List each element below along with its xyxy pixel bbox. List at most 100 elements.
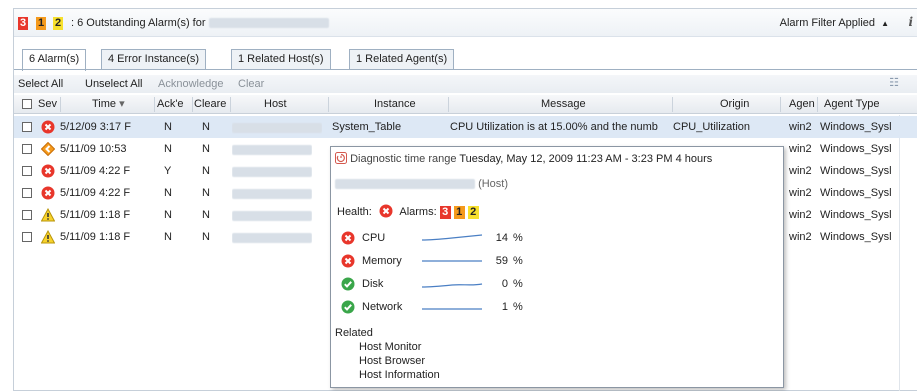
popup-major-count[interactable]: 1 xyxy=(453,206,465,219)
alarms-panel: 3 1 2 : 6 Outstanding Alarm(s) for Alarm… xyxy=(13,8,917,391)
col-acknowledged[interactable]: Ack'e xyxy=(157,98,191,111)
col-divider xyxy=(817,97,818,112)
unselect-all-button[interactable]: Unselect All xyxy=(85,78,142,91)
metric-sparkline xyxy=(422,308,482,310)
row-host xyxy=(232,232,312,245)
col-instance[interactable]: Instance xyxy=(374,98,416,111)
diagnostic-range-label: Diagnostic time range xyxy=(350,153,457,165)
warning-count-badge: 2 xyxy=(53,17,64,30)
tab-related-agents[interactable]: 1 Related Agent(s) xyxy=(349,49,455,70)
popup-warning-count[interactable]: 2 xyxy=(467,206,479,219)
col-host[interactable]: Host xyxy=(264,98,287,111)
col-divider xyxy=(780,97,781,112)
header-title: : 6 Outstanding Alarm(s) for xyxy=(71,17,329,30)
row-time: 5/11/09 10:53 xyxy=(60,143,127,155)
row-checkbox[interactable] xyxy=(22,122,32,132)
ok-status-icon xyxy=(341,300,355,318)
ok-status-icon xyxy=(341,277,355,295)
row-agent-type: Windows_Sysl xyxy=(820,143,892,155)
metric-name: CPU xyxy=(362,232,386,244)
select-all-button[interactable]: Select All xyxy=(18,78,63,91)
row-agent-type: Windows_Sysl xyxy=(820,121,892,133)
metric-name: Memory xyxy=(362,255,402,267)
clock-refresh-icon xyxy=(335,152,347,164)
critical-count-badge: 3 xyxy=(18,17,29,30)
tab-alarms[interactable]: 6 Alarm(s) xyxy=(22,49,87,71)
col-divider xyxy=(60,97,61,112)
row-agent: win2 xyxy=(789,231,812,243)
alarm-filter-status[interactable]: Alarm Filter Applied ▲ xyxy=(780,17,889,30)
metric-name: Network xyxy=(362,301,403,313)
col-agent[interactable]: Agen xyxy=(789,98,817,111)
metric-sparkline xyxy=(422,260,482,262)
row-host xyxy=(232,210,312,223)
row-checkbox[interactable] xyxy=(22,166,32,176)
row-host xyxy=(232,144,312,157)
col-agent-type[interactable]: Agent Type xyxy=(824,98,879,111)
metric-value: 0 xyxy=(501,278,508,290)
row-checkbox[interactable] xyxy=(22,188,32,198)
row-acknowledged: N xyxy=(164,121,172,133)
row-checkbox[interactable] xyxy=(22,210,32,220)
row-acknowledged: Y xyxy=(164,165,172,177)
col-origin[interactable]: Origin xyxy=(720,98,749,111)
info-icon[interactable]: i xyxy=(908,15,913,29)
redacted-host-name xyxy=(208,18,329,29)
row-agent-type: Windows_Sysl xyxy=(820,209,892,221)
metric-value: 14 xyxy=(495,232,508,244)
host-information-link[interactable]: Host Information xyxy=(359,368,440,382)
critical-severity-icon xyxy=(41,120,55,134)
col-cleared[interactable]: Cleare xyxy=(194,98,230,111)
table-row[interactable]: 5/12/09 3:17 F N N System_Table CPU Utilizat… xyxy=(14,116,917,138)
health-label: Health: xyxy=(337,206,372,218)
row-agent-type: Windows_Sysl xyxy=(820,231,892,243)
sort-desc-icon: ▾ xyxy=(119,98,125,110)
metric-value: 59 xyxy=(495,255,508,267)
row-acknowledged: N xyxy=(164,231,172,243)
row-agent-type: Windows_Sysl xyxy=(820,165,892,177)
row-agent: win2 xyxy=(789,165,812,177)
row-host xyxy=(232,122,322,135)
row-checkbox[interactable] xyxy=(22,144,32,154)
tab-related-hosts[interactable]: 1 Related Host(s) xyxy=(231,49,331,70)
critical-status-icon xyxy=(379,204,393,222)
metric-unit: % xyxy=(513,232,523,244)
table-header: Sev Time ▾ Ack'e Cleare Host Instance Me… xyxy=(14,95,917,114)
diagnostic-range-row: Diagnostic time range Tuesday, May 12, 2… xyxy=(335,152,712,166)
critical-severity-icon xyxy=(341,231,355,249)
popup-critical-count[interactable]: 3 xyxy=(439,206,451,219)
select-all-checkbox[interactable] xyxy=(22,99,32,109)
collapse-arrow-icon[interactable]: ▲ xyxy=(881,19,889,28)
row-instance: System_Table xyxy=(332,121,402,133)
host-browser-link[interactable]: Host Browser xyxy=(359,354,425,368)
acknowledge-button[interactable]: Acknowledge xyxy=(158,78,223,91)
row-origin: CPU_Utilization xyxy=(673,121,751,133)
diagnostic-range-value[interactable]: Tuesday, May 12, 2009 11:23 AM - 3:23 PM xyxy=(459,153,672,165)
col-message[interactable]: Message xyxy=(541,98,586,111)
col-time[interactable]: Time ▾ xyxy=(92,98,125,111)
row-time: 5/11/09 4:22 F xyxy=(60,165,131,177)
metric-unit: % xyxy=(513,255,523,267)
redacted-host-name xyxy=(335,179,475,190)
host-monitor-link[interactable]: Host Monitor xyxy=(359,340,421,354)
row-acknowledged: N xyxy=(164,143,172,155)
column-chooser-icon[interactable]: ☷ xyxy=(889,76,899,89)
host-diagnostic-popup: Diagnostic time range Tuesday, May 12, 2… xyxy=(330,146,784,388)
row-cleared: N xyxy=(202,231,210,243)
col-severity[interactable]: Sev xyxy=(38,98,60,111)
metric-unit: % xyxy=(513,301,523,313)
filter-text: Alarm Filter Applied xyxy=(779,17,876,29)
col-divider xyxy=(448,97,449,112)
row-cleared: N xyxy=(202,165,210,177)
row-cleared: N xyxy=(202,209,210,221)
critical-severity-icon xyxy=(341,254,355,272)
tab-error-instances[interactable]: 4 Error Instance(s) xyxy=(101,49,207,70)
warning-severity-icon xyxy=(40,229,56,244)
row-acknowledged: N xyxy=(164,187,172,199)
col-divider xyxy=(230,97,231,112)
warning-severity-icon xyxy=(40,207,56,222)
col-divider xyxy=(328,97,329,112)
clear-button[interactable]: Clear xyxy=(238,78,264,91)
row-checkbox[interactable] xyxy=(22,232,32,242)
row-time: 5/12/09 3:17 F xyxy=(60,121,131,133)
